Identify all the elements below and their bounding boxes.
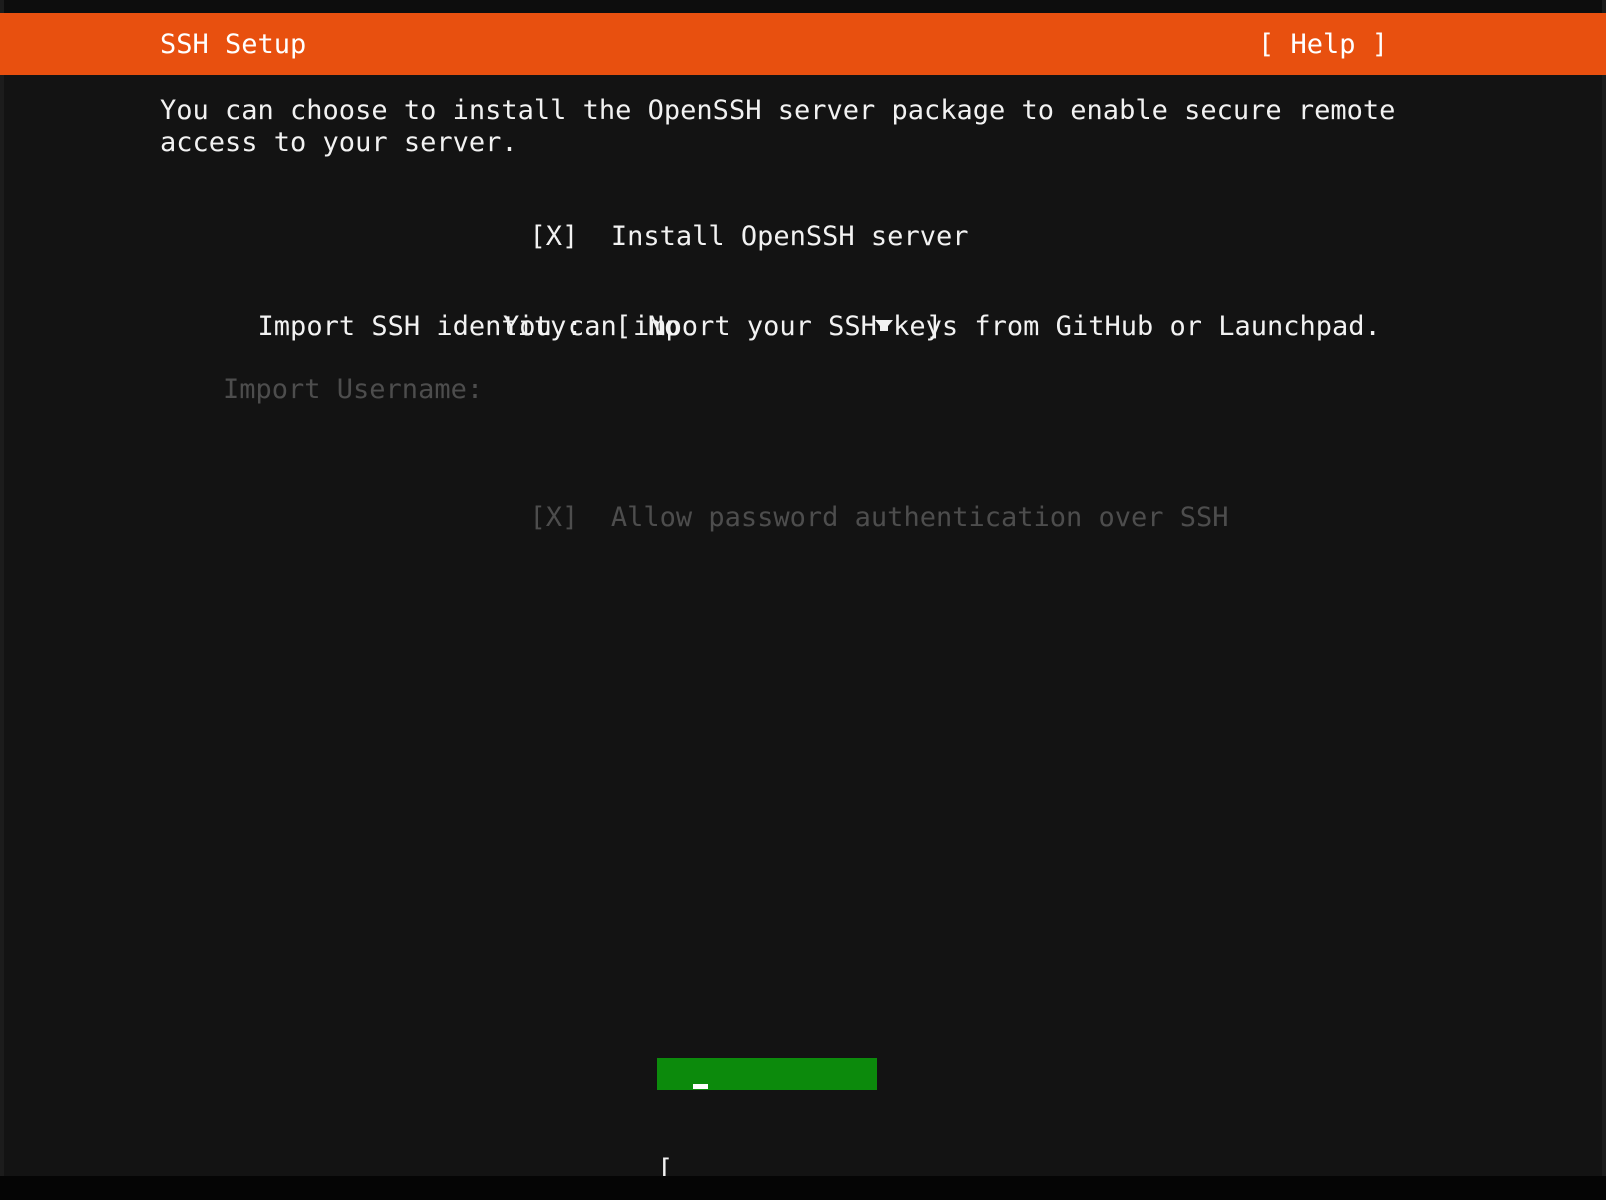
back-button[interactable]: [ Back ] [657, 1090, 877, 1200]
header-bar: SSH Setup [ Help ] [0, 13, 1606, 75]
screen-bottom-edge [0, 1176, 1606, 1200]
allow-password-auth-checkbox-row: [X] Allow password authentication over S… [432, 470, 1229, 566]
allow-password-auth-checkbox: [X] [529, 502, 579, 533]
screen-top-edge [0, 0, 1606, 13]
install-openssh-checkbox[interactable]: [X] [530, 221, 579, 252]
description-line-1: You can choose to install the OpenSSH se… [160, 95, 1396, 126]
installer-screen: SSH Setup [ Help ] You can choose to ins… [0, 0, 1606, 1200]
main-content: You can choose to install the OpenSSH se… [0, 75, 1606, 1200]
allow-password-auth-label: Allow password authentication over SSH [610, 502, 1229, 533]
install-openssh-label: Install OpenSSH server [610, 221, 969, 252]
import-username-label: Import Username: [223, 374, 484, 405]
focus-cursor [693, 1084, 708, 1089]
description-line-2: access to your server. [160, 127, 518, 158]
help-button[interactable]: [ Help ] [1258, 29, 1388, 61]
page-title: SSH Setup [160, 29, 307, 60]
done-button[interactable]: [ Done ] [657, 1058, 877, 1200]
install-openssh-checkbox-row[interactable]: [X] Install OpenSSH server [432, 189, 969, 285]
import-identity-hint: You can import your SSH keys from GitHub… [503, 311, 1381, 342]
